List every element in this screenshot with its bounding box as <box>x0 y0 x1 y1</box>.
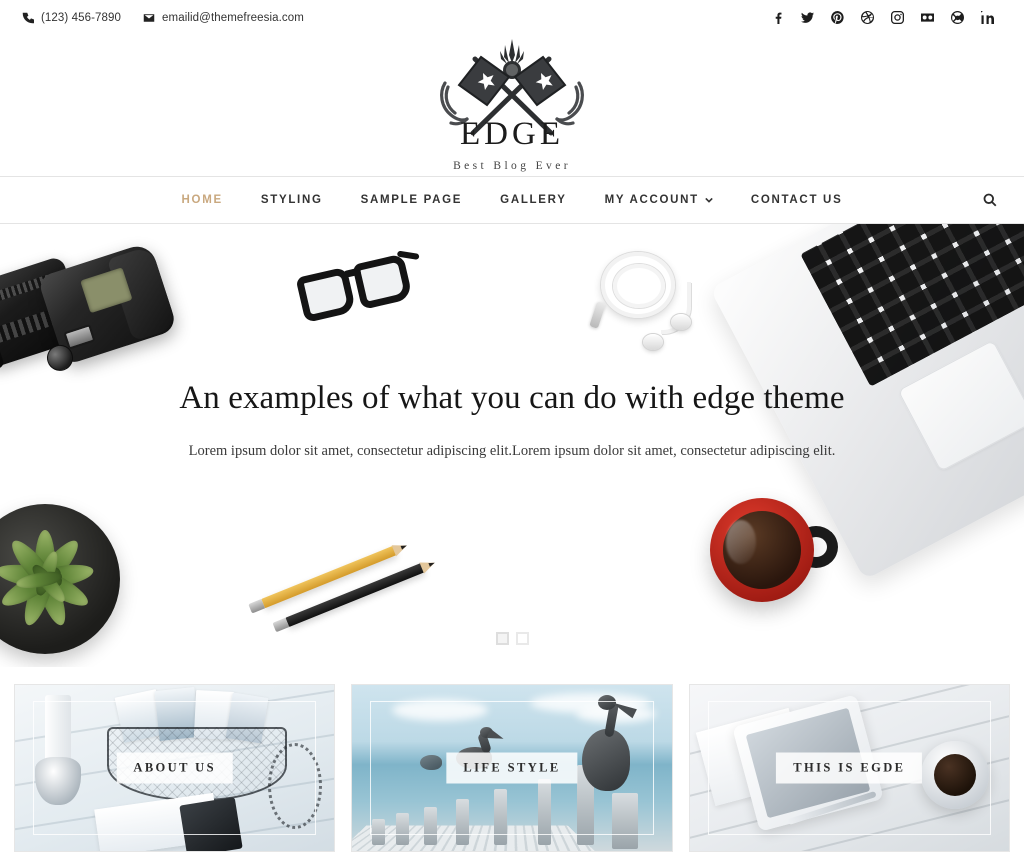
envelope-icon <box>143 12 155 24</box>
earphones-image <box>585 242 705 354</box>
nav-item-gallery[interactable]: GALLERY <box>481 194 585 206</box>
dribbble-icon[interactable] <box>852 7 882 29</box>
hero-subtitle: Lorem ipsum dolor sit amet, consectetur … <box>188 442 836 459</box>
nav-item-contact-us[interactable]: CONTACT US <box>732 194 862 206</box>
nav-menu: HOME STYLING SAMPLE PAGE GALLERY MY ACCO… <box>163 194 862 206</box>
eyeglasses-image <box>293 240 427 343</box>
contact-group: (123) 456-7890 emailid@themefreesia.com <box>22 12 304 24</box>
card-label-about-us: ABOUT US <box>116 752 233 784</box>
phone-number: (123) 456-7890 <box>41 11 122 24</box>
pinterest-icon[interactable] <box>822 7 852 29</box>
chevron-down-icon <box>705 196 713 204</box>
hero-copy: An examples of what you can do with edge… <box>0 379 1024 461</box>
slider-dot-2[interactable] <box>515 632 529 645</box>
card-label-this-is-egde: THIS IS EGDE <box>776 752 923 784</box>
phone-contact[interactable]: (123) 456-7890 <box>22 12 121 24</box>
card-label-life-style: LIFE STYLE <box>446 752 578 784</box>
nav-item-styling[interactable]: STYLING <box>242 194 342 206</box>
nav-link-sample-page[interactable]: SAMPLE PAGE <box>342 194 482 206</box>
instagram-icon[interactable] <box>882 7 912 29</box>
red-coffee-mug-image <box>710 496 838 606</box>
feature-card-life-style[interactable]: LIFE STYLE <box>352 685 672 851</box>
social-links <box>762 7 1002 29</box>
nav-item-my-account[interactable]: MY ACCOUNT <box>586 194 732 206</box>
site-title: EDGE <box>460 116 564 152</box>
slider-pagination <box>0 632 1024 645</box>
search-icon[interactable] <box>979 189 1001 211</box>
feature-card-this-is-egde[interactable]: THIS IS EGDE <box>689 685 1009 851</box>
nav-link-home[interactable]: HOME <box>163 194 242 206</box>
nav-item-sample-page[interactable]: SAMPLE PAGE <box>342 194 482 206</box>
nav-link-gallery[interactable]: GALLERY <box>481 194 585 206</box>
linkedin-icon[interactable] <box>972 7 1002 29</box>
nav-label: STYLING <box>260 194 323 206</box>
site-branding[interactable]: EDGE Best Blog Ever <box>0 35 1024 176</box>
twitter-icon[interactable] <box>792 7 822 29</box>
hero-title: An examples of what you can do with edge… <box>179 380 845 416</box>
feature-card-about-us[interactable]: ABOUT US <box>15 685 335 851</box>
hero-slider: An examples of what you can do with edge… <box>0 224 1024 667</box>
slider-dot-1[interactable] <box>495 632 509 645</box>
facebook-icon[interactable] <box>762 7 792 29</box>
nav-label: GALLERY <box>500 194 567 206</box>
main-navigation: HOME STYLING SAMPLE PAGE GALLERY MY ACCO… <box>0 176 1024 224</box>
email-address: emailid@themefreesia.com <box>162 11 304 24</box>
flickr-icon[interactable] <box>912 7 942 29</box>
nav-link-my-account[interactable]: MY ACCOUNT <box>586 194 732 206</box>
feature-cards: ABOUT US LIFE STYLE THIS IS EGDE <box>0 685 1024 851</box>
site-tagline: Best Blog Ever <box>453 160 571 172</box>
nav-label: MY ACCOUNT <box>604 194 699 206</box>
nav-link-styling[interactable]: STYLING <box>242 194 342 206</box>
nav-link-contact-us[interactable]: CONTACT US <box>732 194 862 206</box>
nav-item-home[interactable]: HOME <box>163 194 242 206</box>
email-contact[interactable]: emailid@themefreesia.com <box>143 12 304 24</box>
nav-label: SAMPLE PAGE <box>360 194 463 206</box>
nav-label: HOME <box>181 194 223 206</box>
pencils-image <box>240 514 450 634</box>
top-bar: (123) 456-7890 emailid@themefreesia.com <box>0 0 1024 35</box>
nav-label: CONTACT US <box>750 194 843 206</box>
globe-icon[interactable] <box>942 7 972 29</box>
phone-icon <box>22 12 34 24</box>
